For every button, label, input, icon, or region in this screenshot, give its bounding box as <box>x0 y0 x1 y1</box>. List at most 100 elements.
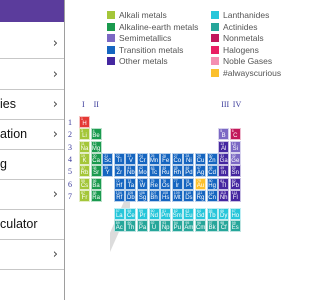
element-cell[interactable]: 80 Hg <box>206 177 218 190</box>
element-cell[interactable]: 5B <box>218 128 230 141</box>
element-cell[interactable]: 95 Am <box>183 220 195 233</box>
element-cell[interactable]: 98 Cf <box>218 220 230 233</box>
element-cell[interactable]: 79 Au <box>195 177 206 190</box>
element-symbol: Na <box>80 145 89 152</box>
element-cell[interactable]: 50 Sn <box>229 165 241 178</box>
element-cell[interactable]: 105 Db <box>125 189 137 202</box>
element-cell[interactable]: 1H <box>79 116 90 128</box>
element-cell[interactable]: 28 Ni <box>183 152 195 165</box>
element-cell[interactable]: 72 Hf <box>113 177 125 190</box>
element-cell[interactable]: 74 W <box>137 177 148 190</box>
element-cell[interactable]: 31 Ga <box>218 152 230 165</box>
drawer-item[interactable]: ies › <box>0 89 64 120</box>
drawer-item[interactable]: g <box>0 149 64 180</box>
element-cell[interactable]: 47 Ag <box>195 165 206 178</box>
element-cell[interactable]: 108 Hs <box>160 189 172 202</box>
element-cell[interactable]: 99 Es <box>229 220 241 233</box>
element-cell[interactable]: 45 Rh <box>171 165 183 178</box>
element-cell[interactable]: 81 Tl <box>218 177 230 190</box>
drawer-item-label: g <box>0 157 7 171</box>
element-symbol: H <box>82 121 87 127</box>
element-cell[interactable]: 92 U <box>148 220 160 233</box>
element-cell[interactable]: 91 Pa <box>137 220 148 233</box>
element-cell[interactable]: 111 Rg <box>195 189 206 202</box>
element-cell[interactable]: 39 Y <box>102 165 114 178</box>
element-cell[interactable]: 48 Cd <box>206 165 218 178</box>
element-cell[interactable]: 22 Ti <box>113 152 125 165</box>
element-cell[interactable]: 13 Al <box>218 140 230 153</box>
drawer-item[interactable]: › <box>0 28 64 59</box>
element-cell[interactable]: 46 Pd <box>183 165 195 178</box>
element-cell[interactable]: 12 Mg <box>90 140 102 153</box>
element-cell[interactable]: 29 Cu <box>195 152 206 165</box>
element-cell[interactable]: 78 Pt <box>183 177 195 190</box>
element-cell[interactable]: 14 Si <box>229 140 241 153</box>
element-cell[interactable]: 90 Th <box>125 220 137 233</box>
element-cell[interactable]: 24 Cr <box>137 152 148 165</box>
element-cell[interactable]: 97 Bk <box>206 220 218 233</box>
element-cell[interactable]: 113 Nh <box>218 189 230 202</box>
element-cell[interactable]: 4 Be <box>90 128 102 141</box>
element-cell[interactable]: 89 Ac <box>113 220 125 233</box>
element-cell[interactable]: 3 Li <box>79 128 90 141</box>
element-cell[interactable]: 38 Sr <box>90 165 102 178</box>
drawer-item[interactable]: › <box>0 59 64 90</box>
element-cell[interactable]: 6C <box>229 128 241 141</box>
element-cell[interactable]: 87 Fr <box>79 189 90 202</box>
element-cell[interactable]: 73 Ta <box>125 177 137 190</box>
element-cell[interactable]: 32 Ge <box>229 152 241 165</box>
element-cell[interactable]: 49 In <box>218 165 230 178</box>
drawer-item[interactable]: › <box>0 179 64 210</box>
element-cell[interactable]: 30 Zn <box>206 152 218 165</box>
element-cell[interactable]: 94 Pu <box>171 220 183 233</box>
element-cell[interactable]: 61 Pm <box>160 208 172 221</box>
element-cell[interactable]: 27 Co <box>171 152 183 165</box>
element-symbol: Cf <box>220 225 227 232</box>
element-cell[interactable]: 67 Ho <box>229 208 241 221</box>
element-cell[interactable]: 110 Ds <box>183 189 195 202</box>
element-cell[interactable]: 43 Tc <box>148 165 160 178</box>
element-cell[interactable]: 109 Mt <box>171 189 183 202</box>
element-cell[interactable]: 25 Mn <box>148 152 160 165</box>
element-symbol: Am <box>184 225 194 232</box>
legend-swatch <box>107 11 115 19</box>
element-cell[interactable]: 107 Bh <box>148 189 160 202</box>
element-cell[interactable]: 60 Nd <box>148 208 160 221</box>
element-cell[interactable]: 93 Np <box>160 220 172 233</box>
element-cell[interactable]: 56 Ba <box>90 177 102 190</box>
element-cell[interactable]: 11 Na <box>79 140 90 153</box>
element-cell[interactable]: 44 Ru <box>160 165 172 178</box>
element-cell[interactable]: 82 Pb <box>229 177 241 190</box>
element-cell[interactable]: 96 Cm <box>195 220 206 233</box>
element-cell[interactable]: 57 La <box>113 208 125 221</box>
element-cell[interactable]: 62 Sm <box>171 208 183 221</box>
element-cell[interactable]: 37 Rb <box>79 165 90 178</box>
element-cell[interactable]: 77 Ir <box>171 177 183 190</box>
element-cell[interactable]: 104 Rf <box>113 189 125 202</box>
element-cell[interactable]: 59 Pr <box>137 208 148 221</box>
drawer-item[interactable]: › <box>0 239 64 270</box>
element-cell[interactable]: 21 Sc <box>102 152 114 165</box>
element-cell[interactable]: 41 Nb <box>125 165 137 178</box>
element-cell[interactable]: 23 V <box>125 152 137 165</box>
drawer-item[interactable]: ation › <box>0 119 64 150</box>
element-cell[interactable]: 19 K <box>79 152 90 165</box>
element-cell[interactable]: 66 Dy <box>218 208 230 221</box>
element-cell[interactable]: 58 Ce <box>125 208 137 221</box>
element-cell[interactable]: 65 Tb <box>206 208 218 221</box>
element-cell[interactable]: 55 Cs <box>79 177 90 190</box>
element-cell[interactable]: 112 Cn <box>206 189 218 202</box>
element-cell[interactable]: 64 Gd <box>195 208 206 221</box>
element-cell[interactable]: 40 Zr <box>113 165 125 178</box>
element-cell[interactable]: 76 Os <box>160 177 172 190</box>
element-cell[interactable]: 26 Fe <box>160 152 172 165</box>
element-cell[interactable]: 106 Sg <box>137 189 148 202</box>
element-cell[interactable]: 75 Re <box>148 177 160 190</box>
element-symbol: Re <box>150 182 158 189</box>
element-cell[interactable]: 88 Ra <box>90 189 102 202</box>
element-cell[interactable]: 42 Mo <box>137 165 148 178</box>
element-cell[interactable]: 20 Ca <box>90 152 102 165</box>
drawer-item[interactable]: culator <box>0 209 64 240</box>
element-cell[interactable]: 63 Eu <box>183 208 195 221</box>
element-cell[interactable]: 114 Fl <box>229 189 241 202</box>
